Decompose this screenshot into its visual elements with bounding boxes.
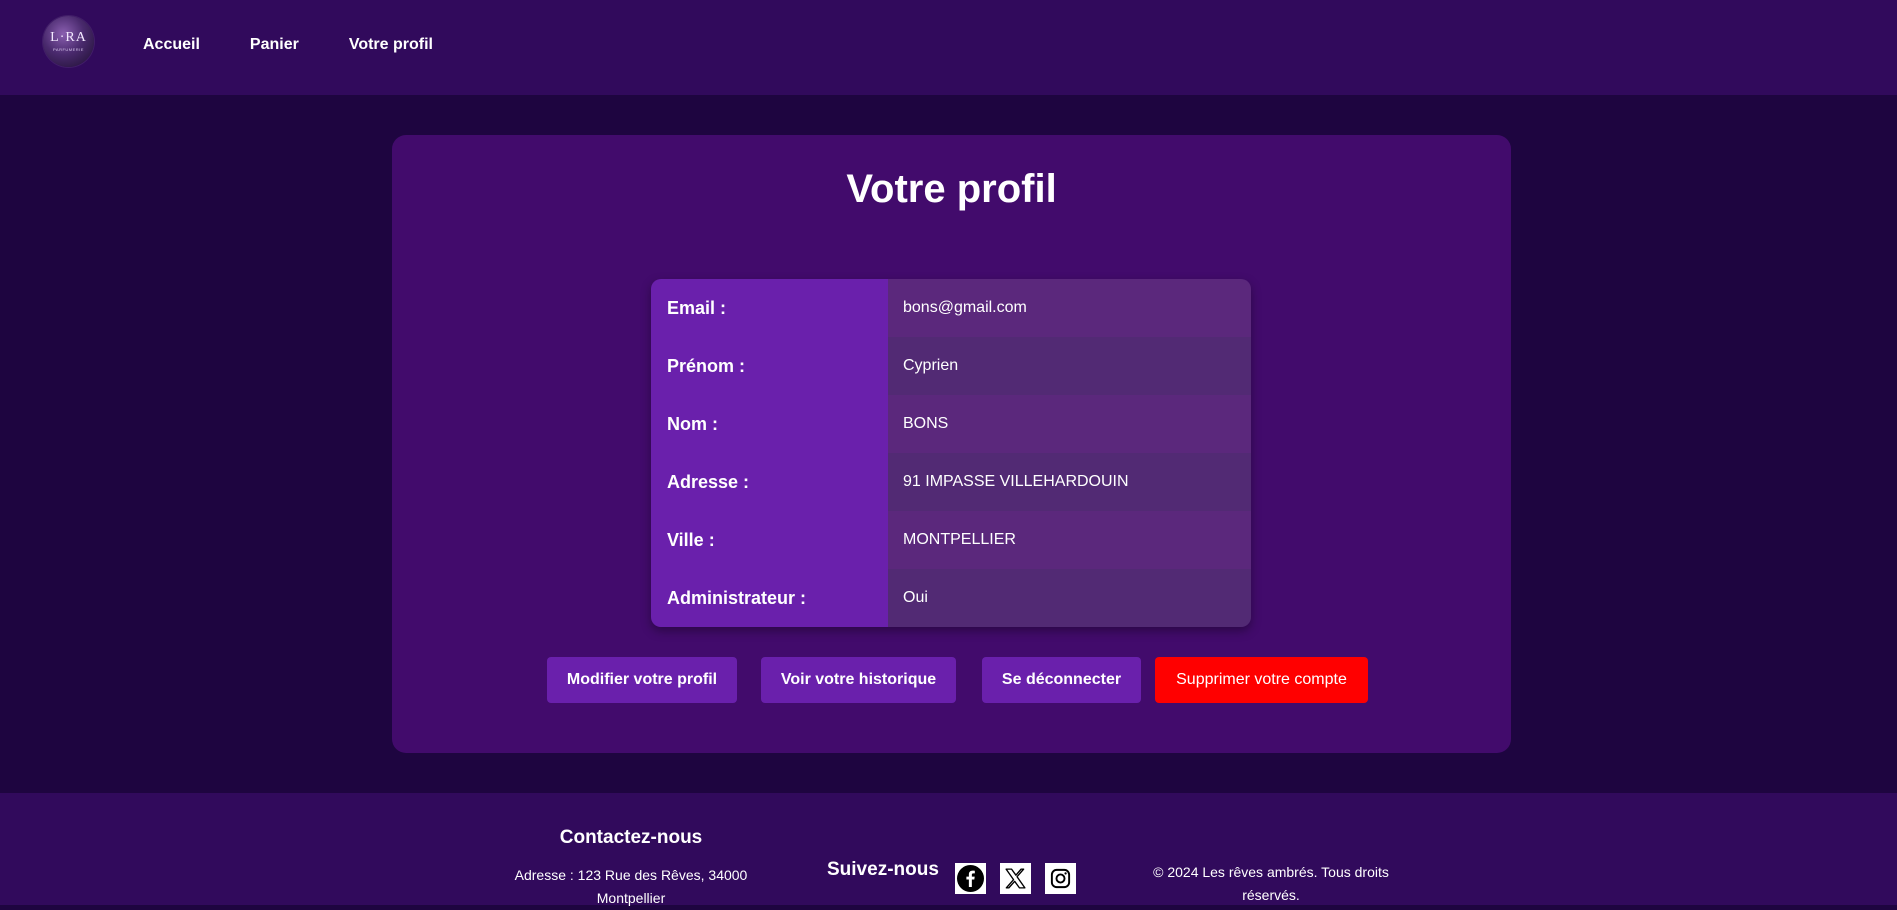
row-label-prenom: Prénom : [651, 337, 888, 395]
row-value-administrateur: Oui [888, 569, 1251, 627]
delete-account-button[interactable]: Supprimer votre compte [1155, 657, 1368, 703]
edit-profile-button[interactable]: Modifier votre profil [547, 657, 737, 703]
row-value-ville: MONTPELLIER [888, 511, 1251, 569]
row-value-email: bons@gmail.com [888, 279, 1251, 337]
row-label-administrateur: Administrateur : [651, 569, 888, 627]
x-twitter-icon[interactable] [1000, 863, 1031, 894]
instagram-icon[interactable] [1045, 863, 1076, 894]
row-label-adresse: Adresse : [651, 453, 888, 511]
logo-subtext: PARFUMERIE [53, 47, 84, 52]
nav-link-panier[interactable]: Panier [250, 36, 299, 54]
table-row: Email : bons@gmail.com [651, 279, 1251, 337]
contact-address: Adresse : 123 Rue des Rêves, 34000 Montp… [514, 867, 748, 906]
page-title: Votre profil [846, 167, 1057, 211]
site-footer: Contactez-nous Adresse : 123 Rue des Rêv… [0, 793, 1897, 906]
contact-title: Contactez-nous [559, 827, 703, 848]
row-label-email: Email : [651, 279, 888, 337]
row-value-prenom: Cyprien [888, 337, 1251, 395]
nav-link-accueil[interactable]: Accueil [143, 36, 200, 54]
site-header: L·RA PARFUMERIE Accueil Panier Votre pro… [0, 0, 1897, 95]
row-label-nom: Nom : [651, 395, 888, 453]
profile-card: Votre profil Email : bons@gmail.com Prén… [392, 135, 1511, 753]
table-row: Prénom : Cyprien [651, 337, 1251, 395]
facebook-icon[interactable] [955, 863, 986, 894]
table-row: Nom : BONS [651, 395, 1251, 453]
nav-link-votre-profil[interactable]: Votre profil [349, 36, 433, 54]
main-nav: Accueil Panier Votre profil [143, 36, 483, 54]
row-value-nom: BONS [888, 395, 1251, 453]
row-value-adresse: 91 IMPASSE VILLEHARDOUIN [888, 453, 1251, 511]
profile-table: Email : bons@gmail.com Prénom : Cyprien … [651, 279, 1251, 627]
table-row: Administrateur : Oui [651, 569, 1251, 627]
table-row: Ville : MONTPELLIER [651, 511, 1251, 569]
row-label-ville: Ville : [651, 511, 888, 569]
table-row: Adresse : 91 IMPASSE VILLEHARDOUIN [651, 453, 1251, 511]
logout-button[interactable]: Se déconnecter [982, 657, 1141, 703]
view-history-button[interactable]: Voir votre historique [761, 657, 956, 703]
follow-label: Suivez-nous [827, 859, 939, 880]
brand-logo[interactable]: L·RA PARFUMERIE [43, 16, 94, 67]
logo-text: L·RA [50, 30, 87, 45]
copyright-text: © 2024 Les rêves ambrés. Tous droits rés… [1153, 864, 1389, 903]
